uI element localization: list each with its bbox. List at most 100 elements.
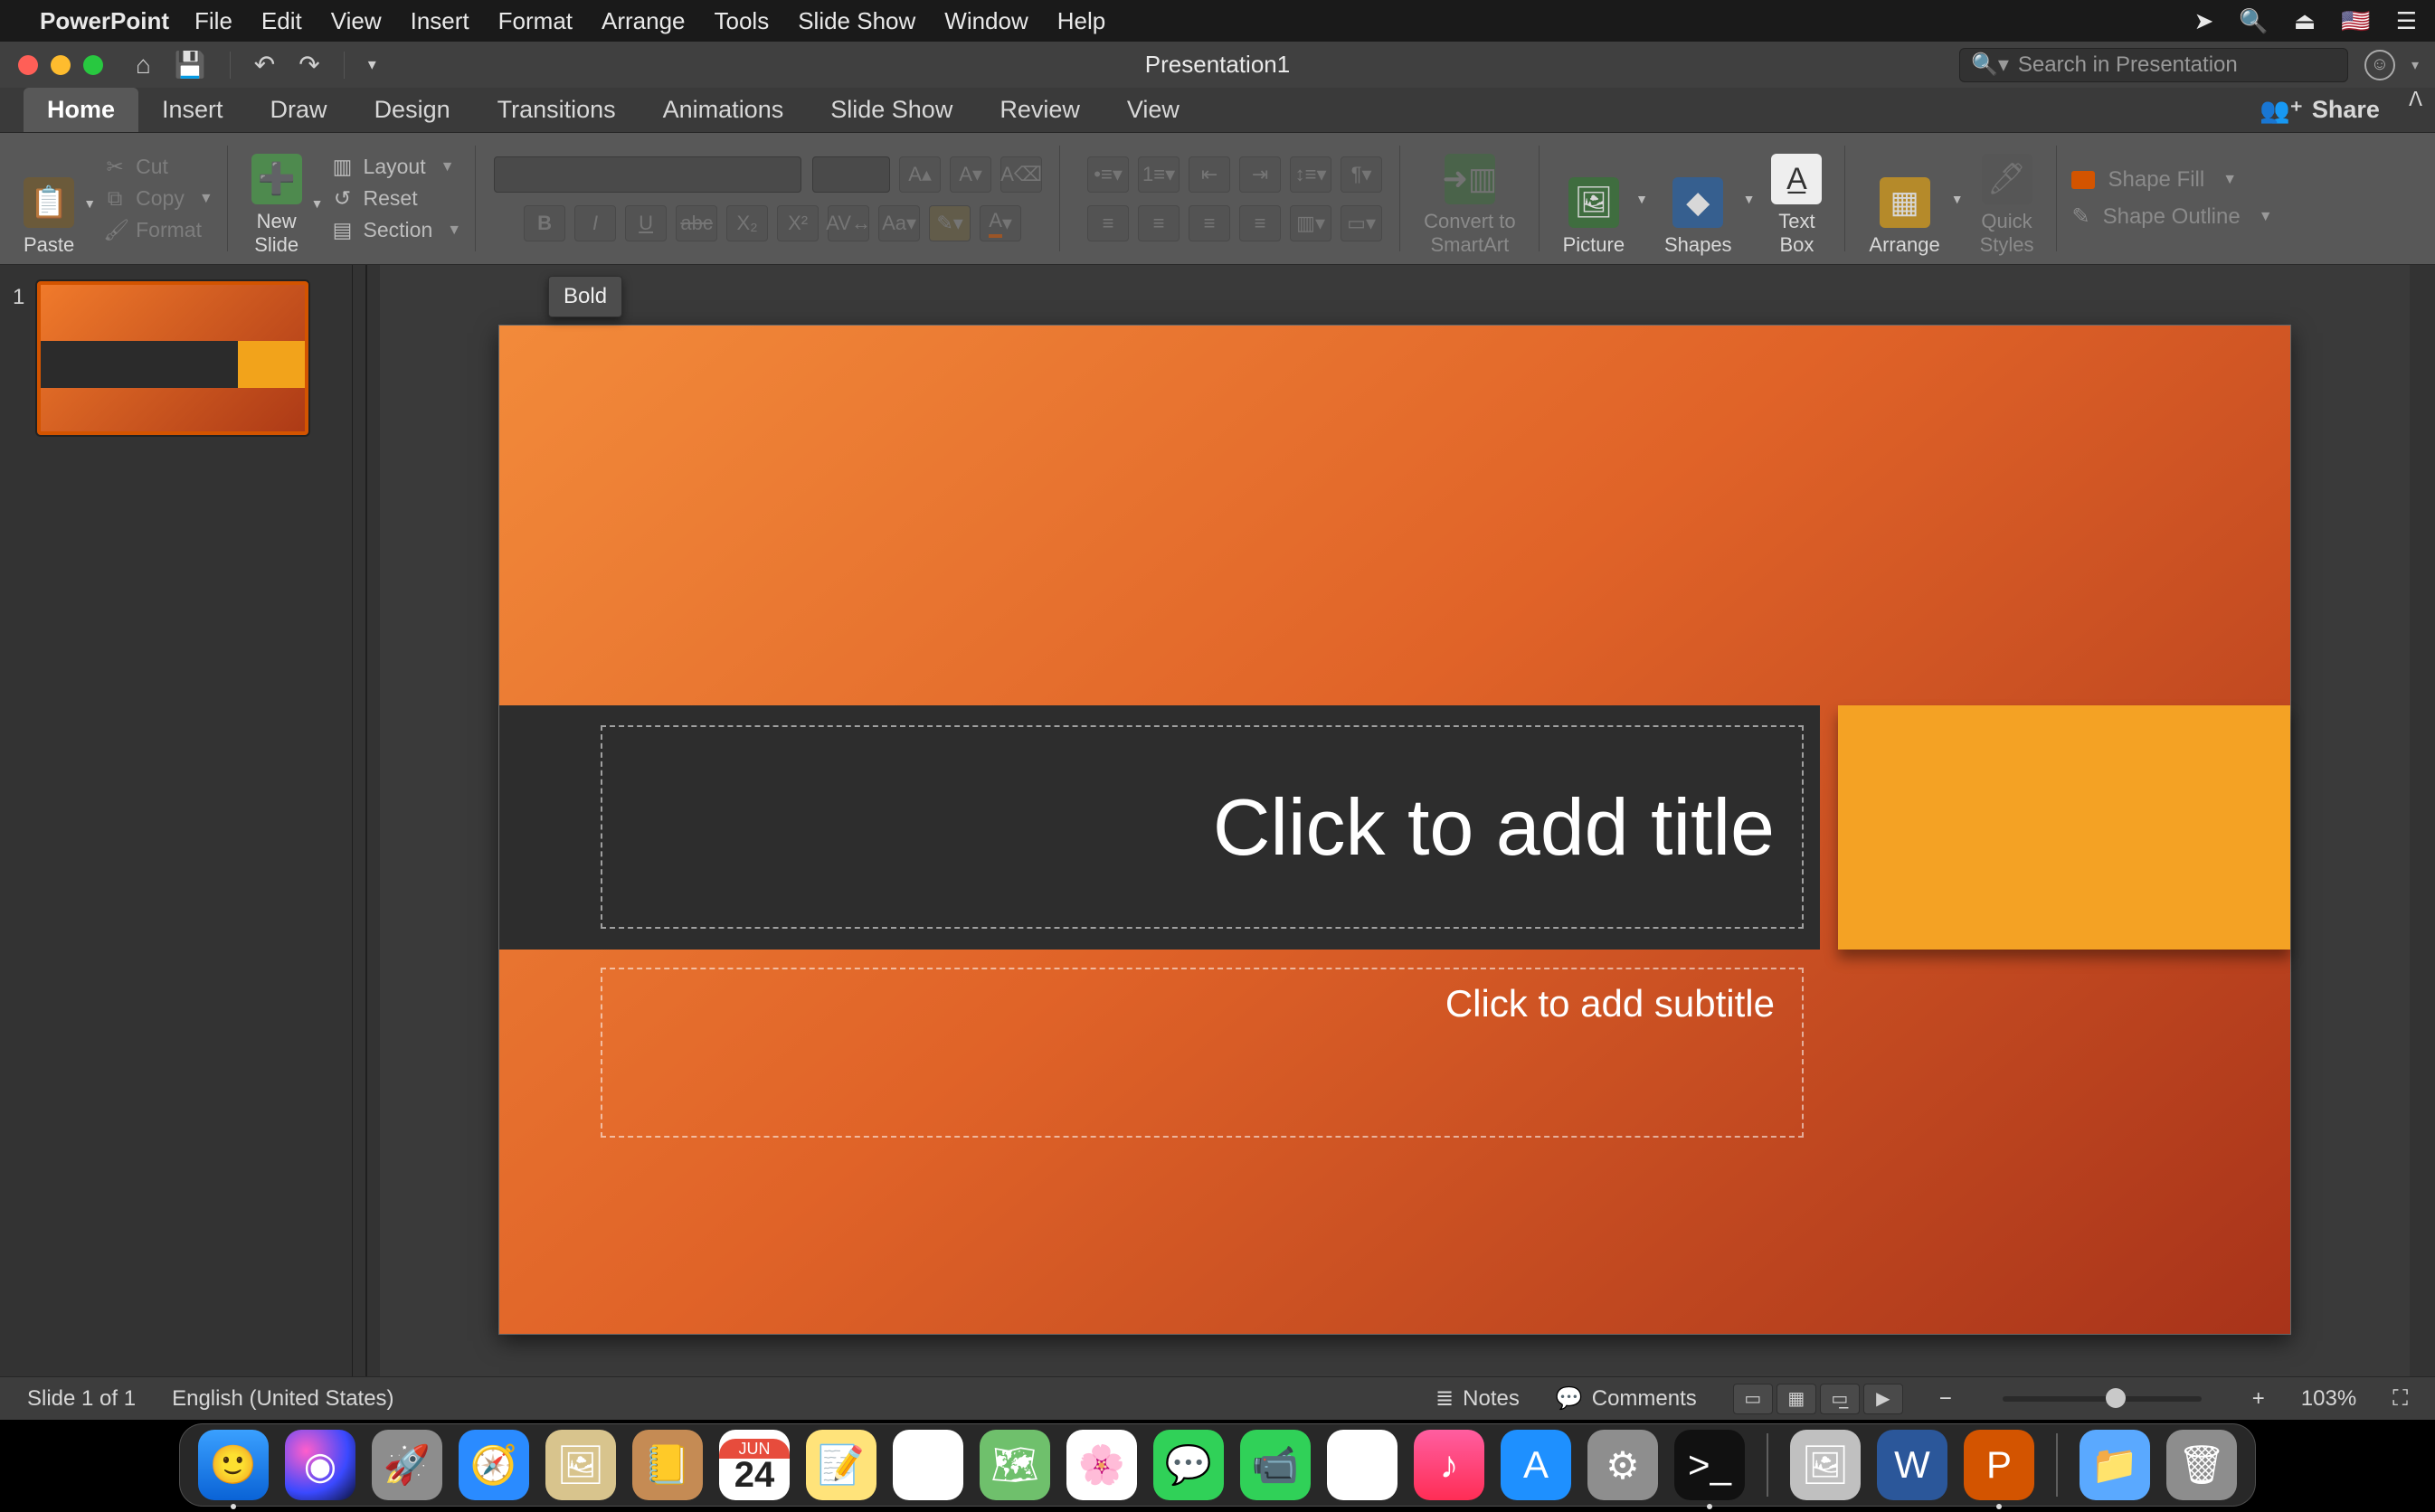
sorter-view-button[interactable]: ▦ <box>1777 1384 1816 1414</box>
dock-powerpoint-icon[interactable]: P <box>1964 1430 2034 1500</box>
clear-formatting-icon[interactable]: A⌫ <box>1000 156 1042 193</box>
font-name-select[interactable] <box>494 156 801 193</box>
spotlight-icon[interactable]: 🔍 <box>2239 7 2268 35</box>
align-right-button[interactable]: ≡ <box>1189 205 1230 241</box>
dock-safari-icon[interactable]: 🧭 <box>459 1430 529 1500</box>
align-center-button[interactable]: ≡ <box>1138 205 1180 241</box>
dock-appstore-icon[interactable]: A <box>1501 1430 1571 1500</box>
align-text-button[interactable]: ▭▾ <box>1341 205 1382 241</box>
fit-to-window-button[interactable]: ⛶ <box>2392 1386 2408 1412</box>
tab-transitions[interactable]: Transitions <box>474 88 640 132</box>
dock-news-icon[interactable]: N <box>1327 1430 1398 1500</box>
highlight-button[interactable]: ✎▾ <box>929 205 971 241</box>
decrease-font-icon[interactable]: A▾ <box>950 156 991 193</box>
dock-photos-icon[interactable]: 🌸 <box>1066 1430 1137 1500</box>
line-spacing-button[interactable]: ↕≡▾ <box>1290 156 1331 193</box>
slide-1[interactable]: Click to add title Click to add subtitle <box>499 326 2290 1334</box>
dock-finder-icon[interactable]: 🙂 <box>198 1430 269 1500</box>
bold-button[interactable]: B <box>524 205 565 241</box>
shape-outline-button[interactable]: ✎ Shape Outline ▼ <box>2071 203 2272 230</box>
zoom-window-button[interactable] <box>83 55 103 75</box>
dock-settings-icon[interactable]: ⚙ <box>1587 1430 1658 1500</box>
app-name[interactable]: PowerPoint <box>40 7 169 35</box>
picture-dropdown-icon[interactable]: ▼ <box>1635 192 1648 206</box>
text-direction-button[interactable]: ¶▾ <box>1341 156 1382 193</box>
zoom-slider[interactable] <box>2003 1396 2202 1402</box>
minimize-window-button[interactable] <box>51 55 71 75</box>
dock-siri-icon[interactable]: ◉ <box>285 1430 355 1500</box>
slide-thumbnail-pane[interactable]: 1 <box>0 265 353 1394</box>
menu-edit[interactable]: Edit <box>261 7 302 35</box>
tab-animations[interactable]: Animations <box>640 88 808 132</box>
slide-thumbnail-1[interactable] <box>37 281 308 435</box>
share-button[interactable]: 👥⁺ Share <box>2260 88 2396 132</box>
arrange-button[interactable]: ▦ Arrange <box>1860 133 1948 264</box>
font-size-select[interactable] <box>812 156 890 193</box>
shapes-button[interactable]: ◆ Shapes <box>1655 133 1741 264</box>
reading-view-button[interactable]: ▭̲ <box>1820 1384 1860 1414</box>
subscript-button[interactable]: X₂ <box>726 205 768 241</box>
zoom-slider-knob[interactable] <box>2106 1388 2126 1408</box>
slideshow-view-button[interactable]: ▶ <box>1863 1384 1903 1414</box>
save-icon[interactable]: 💾 <box>175 50 206 80</box>
new-slide-dropdown-icon[interactable]: ▼ <box>311 196 324 211</box>
shape-fill-button[interactable]: Shape Fill ▼ <box>2071 167 2237 193</box>
customize-qat-icon[interactable]: ▾ <box>368 55 376 74</box>
convert-smartart-button[interactable]: ➜▥ Convert to SmartArt <box>1415 133 1525 264</box>
control-center-icon[interactable]: ☰ <box>2396 7 2417 35</box>
picture-button[interactable]: 🖼 Picture <box>1554 133 1634 264</box>
align-left-button[interactable]: ≡ <box>1087 205 1129 241</box>
title-placeholder[interactable]: Click to add title <box>601 725 1804 929</box>
menu-insert[interactable]: Insert <box>411 7 469 35</box>
menu-slideshow[interactable]: Slide Show <box>798 7 915 35</box>
dock-downloads-icon[interactable]: 📁 <box>2080 1430 2150 1500</box>
airplay-icon[interactable]: ⏏ <box>2294 7 2317 35</box>
superscript-button[interactable]: X² <box>777 205 819 241</box>
dock-launchpad-icon[interactable]: 🚀 <box>372 1430 442 1500</box>
copy-button[interactable]: ⧉Copy▼ <box>103 186 213 211</box>
vertical-scrollbar[interactable] <box>2410 265 2435 1394</box>
textbox-button[interactable]: A̲ Text Box <box>1762 133 1831 264</box>
dock-messages-icon[interactable]: 💬 <box>1153 1430 1224 1500</box>
numbering-button[interactable]: 1≡▾ <box>1138 156 1180 193</box>
tab-home[interactable]: Home <box>24 88 138 132</box>
justify-button[interactable]: ≡ <box>1239 205 1281 241</box>
tab-draw[interactable]: Draw <box>247 88 351 132</box>
menu-window[interactable]: Window <box>944 7 1028 35</box>
menu-file[interactable]: File <box>194 7 232 35</box>
collapse-ribbon-icon[interactable]: ᐱ <box>2396 88 2435 132</box>
decrease-indent-button[interactable]: ⇤ <box>1189 156 1230 193</box>
increase-font-icon[interactable]: A▴ <box>899 156 941 193</box>
search-in-presentation[interactable]: 🔍▾ Search in Presentation <box>1959 48 2348 82</box>
close-window-button[interactable] <box>18 55 38 75</box>
home-icon[interactable]: ⌂ <box>136 51 151 80</box>
dock-contacts-icon[interactable]: 📒 <box>632 1430 703 1500</box>
dock-trash-icon[interactable]: 🗑 <box>2166 1430 2237 1500</box>
arrange-dropdown-icon[interactable]: ▼ <box>1951 192 1964 206</box>
new-slide-button[interactable]: ➕ New Slide <box>242 133 311 264</box>
slide-counter[interactable]: Slide 1 of 1 <box>27 1386 136 1412</box>
notes-button[interactable]: ≣Notes <box>1435 1385 1520 1412</box>
italic-button[interactable]: I <box>574 205 616 241</box>
tab-insert[interactable]: Insert <box>138 88 247 132</box>
feedback-dropdown-icon[interactable]: ▾ <box>2411 56 2419 74</box>
dock-screenshot-icon[interactable]: 🖼 <box>1790 1430 1861 1500</box>
quick-styles-button[interactable]: 🖊 Quick Styles <box>1971 133 2043 264</box>
dock-terminal-icon[interactable]: >_ <box>1674 1430 1745 1500</box>
zoom-out-button[interactable]: − <box>1939 1386 1952 1412</box>
flag-icon[interactable]: 🇺🇸 <box>2341 7 2370 35</box>
dock-reminders-icon[interactable]: ☑ <box>893 1430 963 1500</box>
bullets-button[interactable]: •≡▾ <box>1087 156 1129 193</box>
pane-divider[interactable] <box>353 265 380 1394</box>
menu-tools[interactable]: Tools <box>715 7 770 35</box>
tab-view[interactable]: View <box>1104 88 1203 132</box>
format-painter-button[interactable]: 🖌Format <box>103 218 213 242</box>
columns-button[interactable]: ▥▾ <box>1290 205 1331 241</box>
dock-facetime-icon[interactable]: 📹 <box>1240 1430 1311 1500</box>
menu-arrange[interactable]: Arrange <box>602 7 686 35</box>
menu-view[interactable]: View <box>331 7 382 35</box>
shapes-dropdown-icon[interactable]: ▼ <box>1743 192 1756 206</box>
subtitle-placeholder[interactable]: Click to add subtitle <box>601 968 1804 1138</box>
cursor-icon[interactable]: ➤ <box>2194 7 2214 35</box>
zoom-percent[interactable]: 103% <box>2301 1386 2356 1412</box>
